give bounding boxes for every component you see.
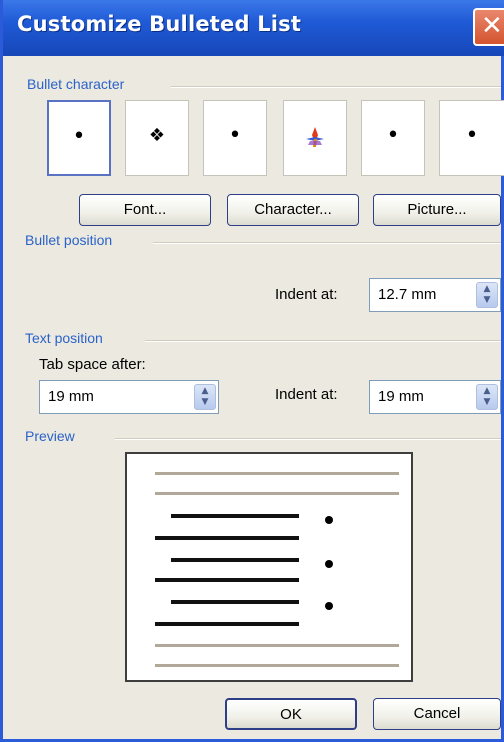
preview-text-line [171,514,299,518]
bullet-indent-value: 12.7 mm [378,286,437,303]
preview-pane [125,452,413,682]
text-indent-value: 19 mm [378,388,424,405]
preview-line [155,664,399,667]
close-icon: ✕ [481,11,503,41]
preview-line [155,492,399,495]
bullet-dot-icon: • [386,123,400,148]
spinner-arrows-icon[interactable]: ▲ ▼ [476,384,498,410]
preview-bullet-icon [325,560,333,568]
bullet-indent-label: Indent at: [275,286,338,303]
close-button[interactable]: ✕ [473,8,504,46]
divider [171,86,501,88]
picture-button[interactable]: Picture... [373,194,501,226]
tab-space-spinner[interactable]: 19 mm ▲ ▼ [39,380,219,414]
text-position-label: Text position [25,330,103,346]
bullet-position-label: Bullet position [25,232,113,248]
customize-bulleted-list-dialog: Customize Bulleted List ✕ Bullet charact… [0,0,504,742]
preview-text-line [155,622,299,626]
divider [153,242,501,244]
spinner-arrows-icon[interactable]: ▲ ▼ [194,384,216,410]
cancel-button[interactable]: Cancel [373,698,501,730]
character-button[interactable]: Character... [227,194,359,226]
bullet-indent-spinner[interactable]: 12.7 mm ▲ ▼ [369,278,501,312]
bullet-option-2[interactable]: ❖ [125,100,189,176]
preview-bullet-icon [325,602,333,610]
title-bar[interactable]: Customize Bulleted List ✕ [3,0,504,56]
bullet-option-5[interactable]: • [361,100,425,176]
bullet-option-6[interactable]: • [439,100,504,176]
divider [145,340,501,342]
bullet-diamond-icon: ❖ [148,125,166,146]
tab-space-value: 19 mm [48,388,94,405]
text-indent-spinner[interactable]: 19 mm ▲ ▼ [369,380,501,414]
font-button[interactable]: Font... [79,194,211,226]
bullet-option-3[interactable]: • [203,100,267,176]
preview-line [155,644,399,647]
bullet-option-1[interactable]: • [47,100,111,176]
bullet-option-4[interactable] [283,100,347,176]
preview-text-line [171,558,299,562]
dialog-title: Customize Bulleted List [17,12,302,36]
ok-button[interactable]: OK [225,698,357,730]
bullet-dot-icon: • [228,123,242,148]
preview-line [155,472,399,475]
preview-text-line [155,578,299,582]
text-indent-label: Indent at: [275,386,338,403]
bullet-dot-icon: • [72,124,86,149]
divider [115,438,501,440]
preview-text-line [155,536,299,540]
tab-space-label: Tab space after: [39,356,146,373]
preview-text-line [171,600,299,604]
bullet-star-icon [306,127,324,147]
bullet-dot-icon: • [465,123,479,148]
preview-bullet-icon [325,516,333,524]
bullet-character-label: Bullet character [27,76,125,92]
spinner-arrows-icon[interactable]: ▲ ▼ [476,282,498,308]
preview-label: Preview [25,428,75,444]
